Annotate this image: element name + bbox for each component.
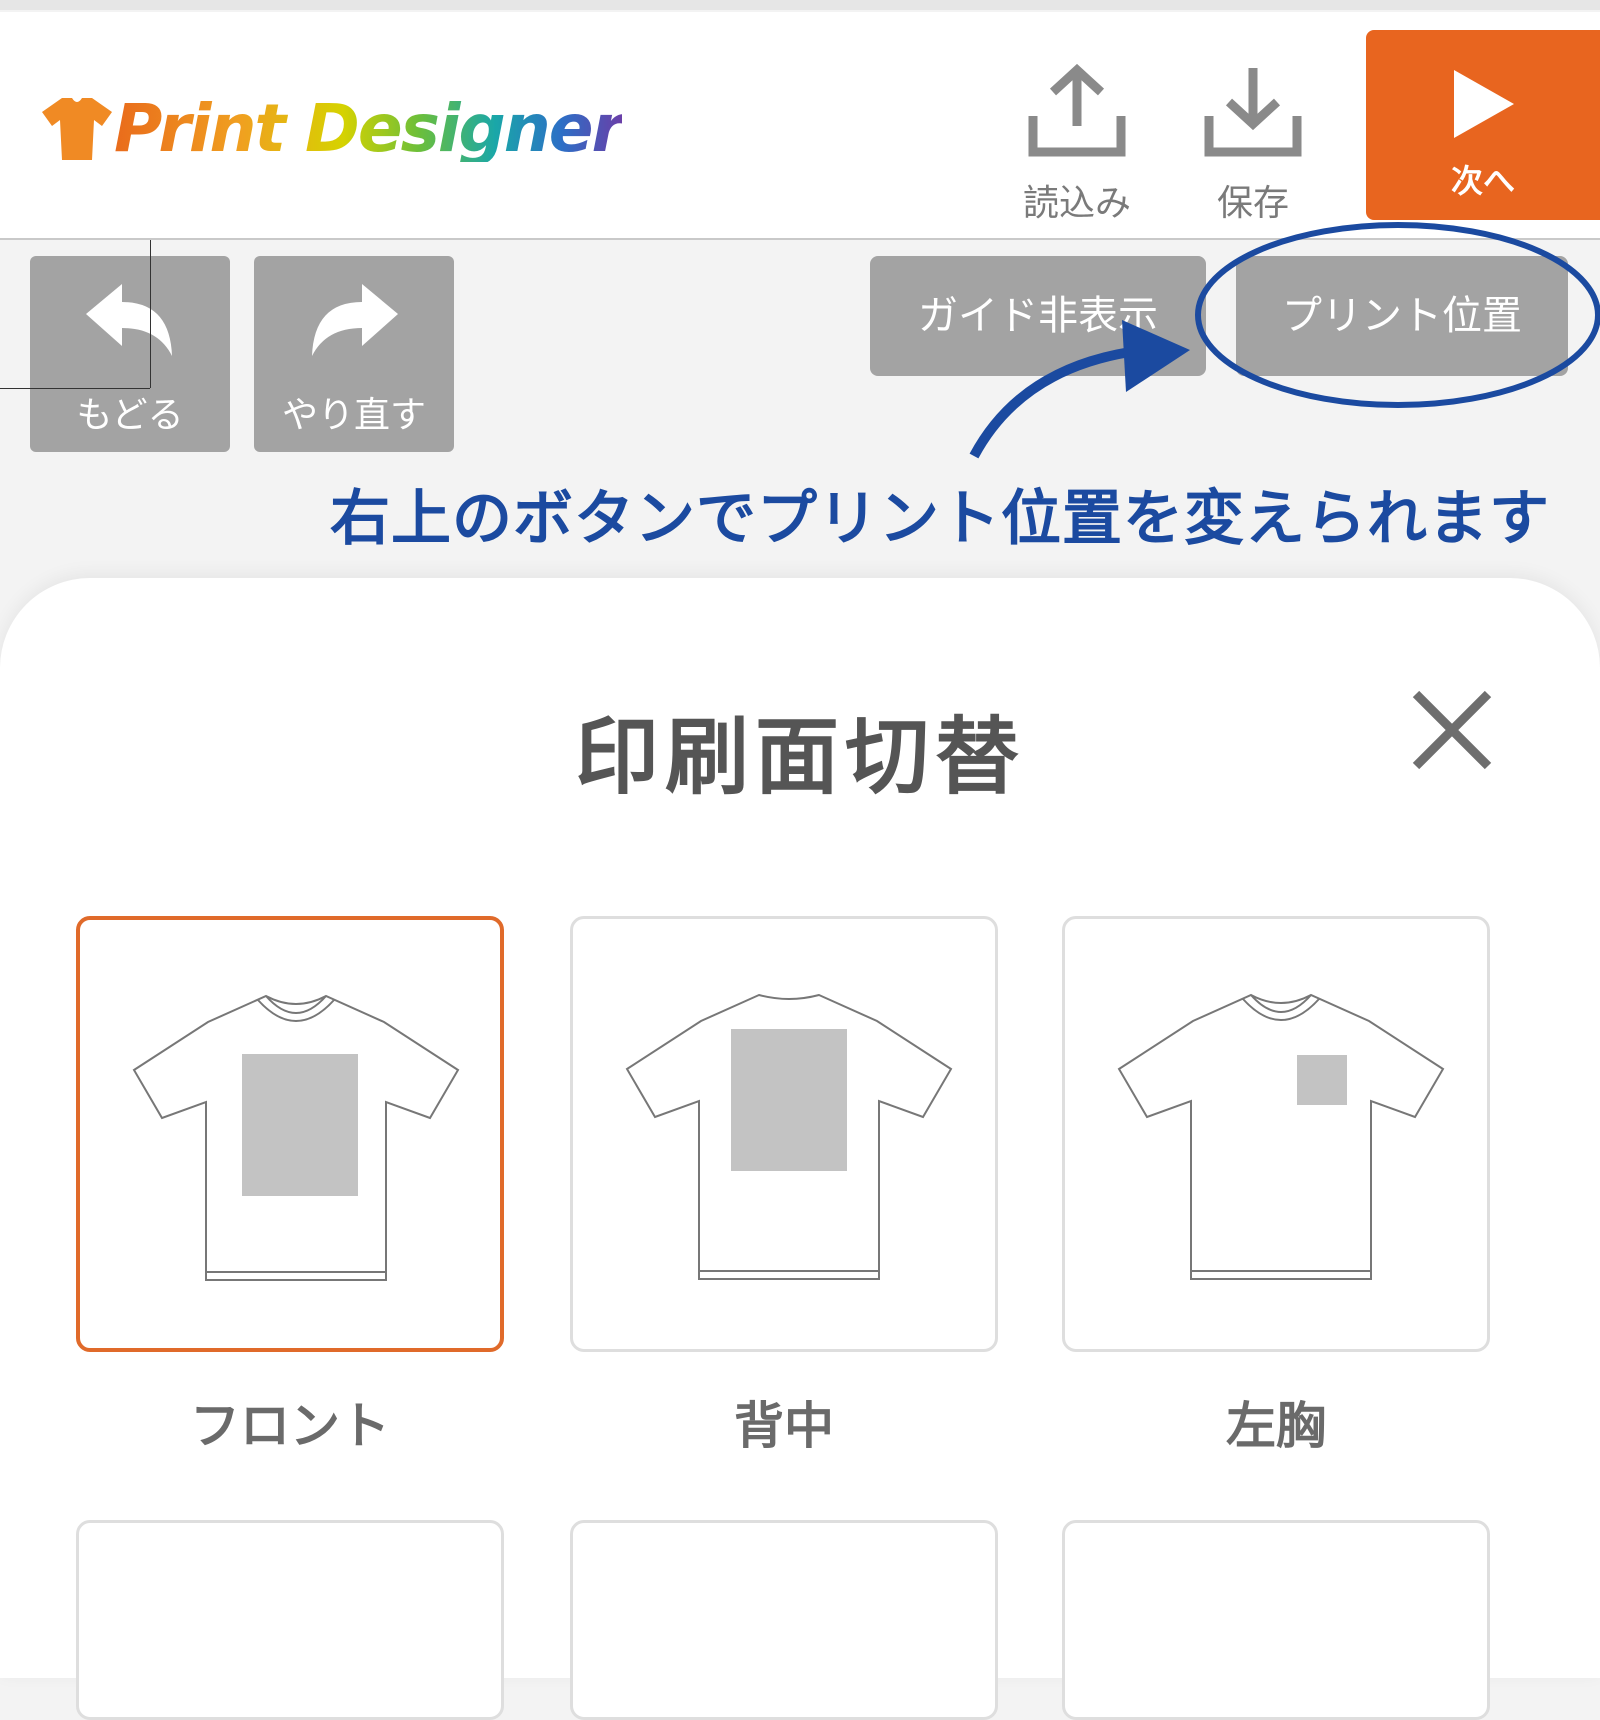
option-card-partial[interactable] bbox=[76, 1520, 504, 1720]
close-icon[interactable] bbox=[1410, 688, 1494, 772]
option-label-left-chest: 左胸 bbox=[1226, 1397, 1326, 1455]
option-label-back: 背中 bbox=[734, 1397, 834, 1455]
tshirt-front-icon bbox=[132, 994, 460, 1281]
annotation-arrowhead-icon bbox=[1122, 320, 1190, 392]
print-area-front bbox=[242, 1054, 358, 1196]
tshirt-back-icon bbox=[625, 993, 953, 1280]
option-card-front[interactable] bbox=[76, 916, 504, 1352]
annotation-arrow-curve bbox=[969, 347, 1131, 459]
option-label-front: フロント bbox=[190, 1397, 390, 1455]
option-card-left-chest[interactable] bbox=[1062, 916, 1490, 1352]
annotation-text: 右上のボタンでプリント位置を変えられます bbox=[330, 484, 1550, 554]
panel-title: 印刷面切替 bbox=[574, 708, 1025, 806]
tshirt-left-chest-icon bbox=[1117, 993, 1445, 1280]
option-card-partial[interactable] bbox=[570, 1520, 998, 1720]
print-area-back bbox=[731, 1029, 847, 1171]
print-area-left-chest bbox=[1297, 1055, 1347, 1105]
option-card-back[interactable] bbox=[570, 916, 998, 1352]
highlight-ellipse bbox=[1195, 222, 1600, 408]
option-card-partial[interactable] bbox=[1062, 1520, 1490, 1720]
annotation-callout bbox=[969, 222, 1600, 459]
